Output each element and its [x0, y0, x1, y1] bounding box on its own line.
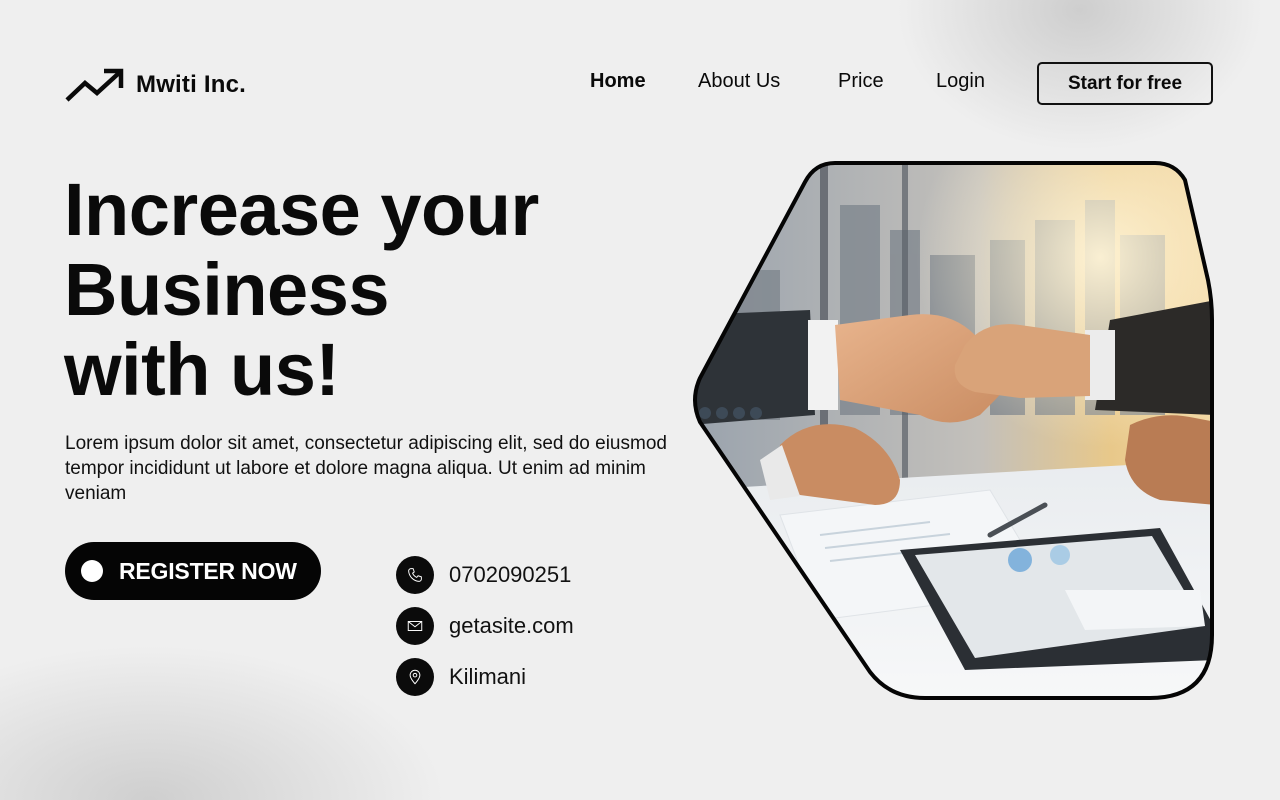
contact-location-text: Kilimani — [449, 664, 527, 689]
circle-dot-icon — [81, 560, 103, 582]
nav-price[interactable]: Price — [838, 70, 884, 93]
location-pin-icon — [396, 658, 434, 696]
trend-up-arrow-icon — [65, 68, 124, 102]
start-for-free-button[interactable]: Start for free — [1037, 62, 1213, 105]
contact-phone[interactable]: 0702090251 — [396, 556, 574, 594]
phone-icon — [396, 556, 434, 594]
hero-title-line-3: with us! — [64, 328, 340, 411]
business-handshake-photo — [693, 161, 1214, 700]
hero-title: Increase your Business with us! — [64, 170, 539, 410]
contact-list: 0702090251 getasite.com Kilimani — [396, 556, 574, 709]
nav-home[interactable]: Home — [590, 70, 646, 93]
hero-title-line-2: Business — [64, 248, 390, 331]
contact-website-text: getasite.com — [449, 613, 574, 638]
nav-about-us[interactable]: About Us — [698, 70, 780, 93]
nav-login[interactable]: Login — [936, 70, 985, 93]
contact-website[interactable]: getasite.com — [396, 607, 574, 645]
contact-phone-text: 0702090251 — [449, 562, 572, 587]
mail-icon — [396, 607, 434, 645]
register-now-label: REGISTER NOW — [119, 557, 297, 584]
hero-description: Lorem ipsum dolor sit amet, consectetur … — [65, 433, 667, 504]
hero-title-line-1: Increase your — [64, 168, 539, 251]
brand[interactable]: Mwiti Inc. — [64, 66, 246, 104]
contact-location[interactable]: Kilimani — [396, 658, 574, 696]
register-now-button[interactable]: REGISTER NOW — [65, 542, 321, 600]
brand-name: Mwiti Inc. — [136, 71, 246, 98]
